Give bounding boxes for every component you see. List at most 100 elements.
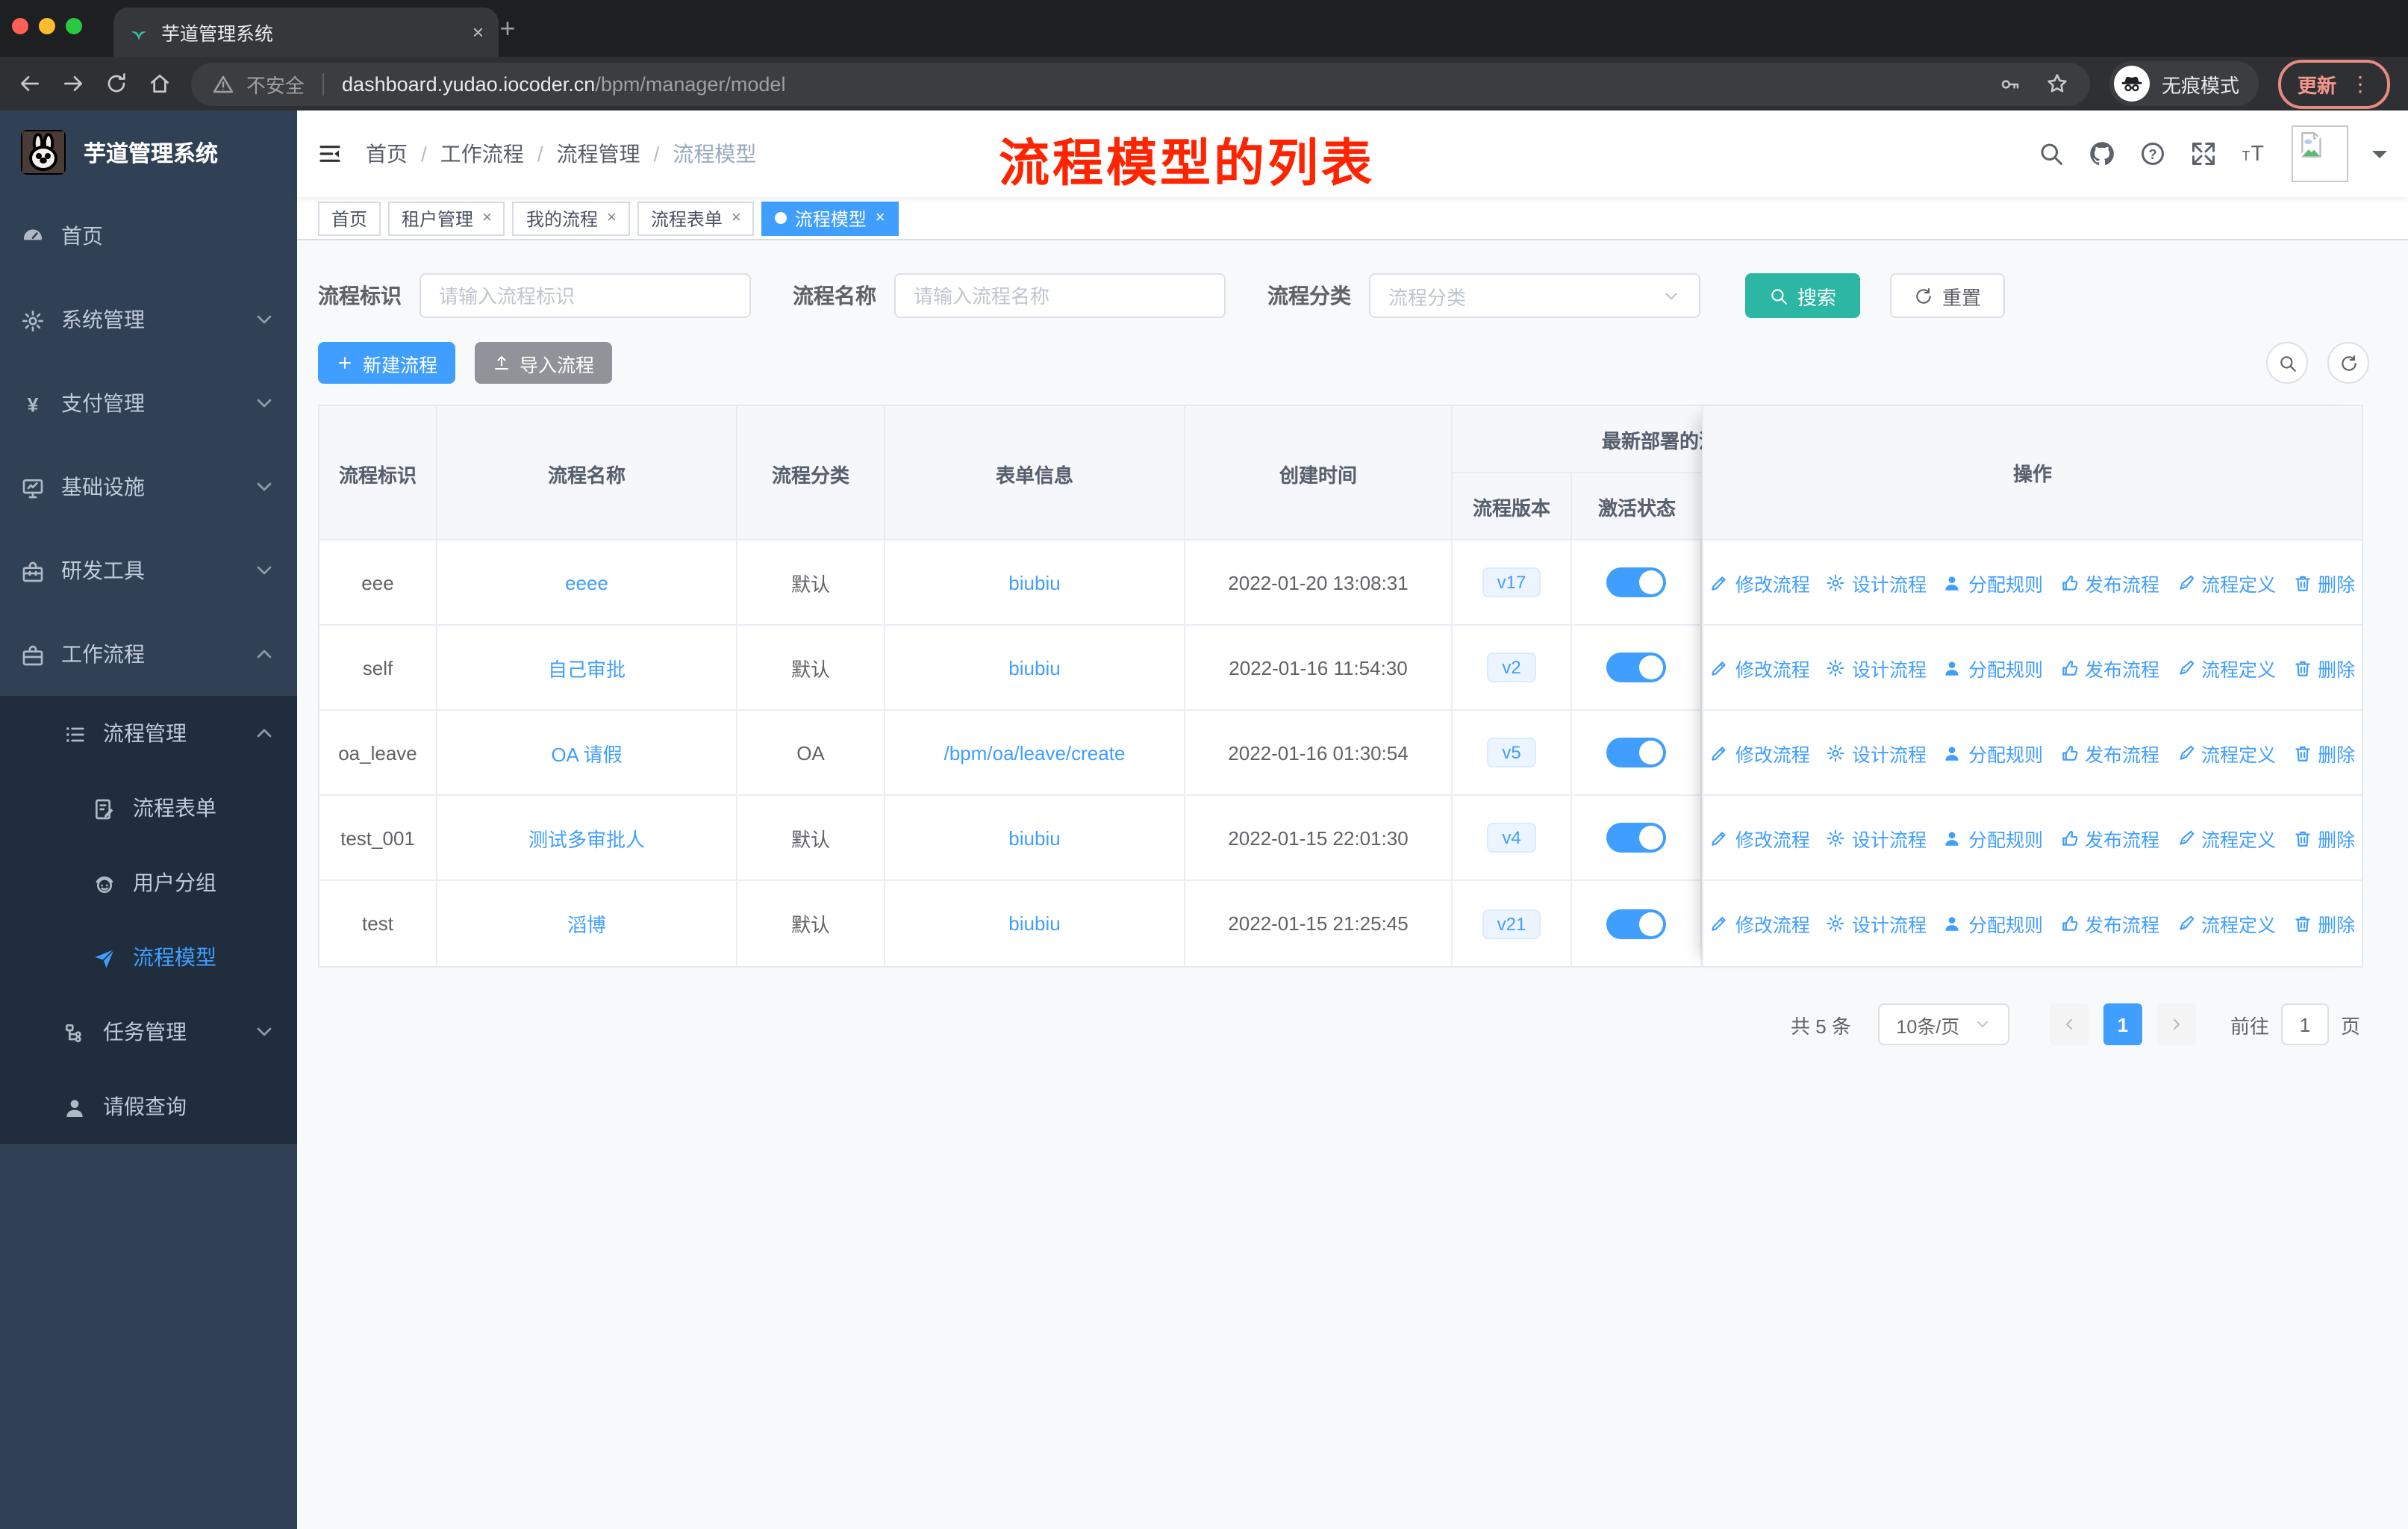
form-info-link[interactable]: biubiu [1008, 571, 1060, 594]
design-action[interactable]: 设计流程 [1827, 823, 1927, 852]
fontsize-icon[interactable] [2241, 140, 2268, 167]
active-toggle[interactable] [1606, 738, 1666, 767]
pen-action[interactable]: 流程定义 [2176, 568, 2276, 597]
trash-action[interactable]: 删除 [2292, 909, 2355, 938]
page-tag[interactable]: 流程表单 × [637, 201, 755, 235]
search-button[interactable]: 搜索 [1745, 273, 1861, 318]
active-toggle[interactable] [1606, 909, 1666, 938]
sidebar-item[interactable]: 系统管理 [0, 278, 297, 361]
breadcrumb-item[interactable]: 流程管理 [557, 139, 640, 169]
publish-action[interactable]: 发布流程 [2059, 568, 2159, 597]
filter-input[interactable] [419, 273, 751, 318]
process-name-link[interactable]: eeee [565, 571, 608, 594]
forward-icon[interactable] [61, 72, 85, 96]
close-window-button[interactable] [12, 18, 28, 34]
sidebar-item[interactable]: 流程管理 [0, 696, 297, 770]
design-action[interactable]: 设计流程 [1827, 909, 1927, 938]
form-info-link[interactable]: /bpm/oa/leave/create [944, 741, 1126, 764]
caret-down-icon[interactable] [2372, 150, 2387, 165]
toggle-search-button[interactable] [2266, 342, 2308, 384]
reset-button[interactable]: 重置 [1890, 273, 2006, 318]
sidebar-item-active[interactable]: 流程模型 [0, 920, 297, 994]
star-icon[interactable] [2045, 72, 2069, 96]
pen-action[interactable]: 流程定义 [2176, 738, 2276, 767]
pen-action[interactable]: 流程定义 [2176, 653, 2276, 682]
page-number-button[interactable]: 1 [2103, 1003, 2142, 1045]
assign-action[interactable]: 分配规则 [1943, 909, 2043, 938]
sidebar-item[interactable]: 用户分组 [0, 845, 297, 920]
sidebar-item[interactable]: 首页 [0, 194, 297, 278]
publish-action[interactable]: 发布流程 [2059, 823, 2159, 852]
form-info-link[interactable]: biubiu [1008, 826, 1060, 849]
fullscreen-icon[interactable] [2190, 140, 2217, 167]
filter-select[interactable]: 流程分类 [1369, 273, 1700, 318]
sidebar-item[interactable]: 流程表单 [0, 770, 297, 845]
pen-action[interactable]: 流程定义 [2176, 823, 2276, 852]
new-tab-button[interactable]: + [490, 10, 525, 46]
user-avatar[interactable] [2292, 125, 2348, 182]
key-icon[interactable] [1999, 72, 2021, 95]
active-toggle[interactable] [1606, 653, 1666, 682]
edit-action[interactable]: 修改流程 [1710, 823, 1810, 852]
publish-action[interactable]: 发布流程 [2059, 909, 2159, 938]
tab-close-icon[interactable]: × [472, 21, 484, 43]
sidebar-item[interactable]: 研发工具 [0, 529, 297, 612]
home-icon[interactable] [148, 72, 172, 96]
browser-menu-icon[interactable]: ⋮ [2350, 71, 2371, 96]
edit-action[interactable]: 修改流程 [1710, 568, 1810, 597]
design-action[interactable]: 设计流程 [1827, 653, 1927, 682]
page-size-select[interactable]: 10条/页 [1877, 1003, 2009, 1045]
import-process-button[interactable]: 导入流程 [475, 342, 613, 384]
address-bar[interactable]: 不安全 dashboard.yudao.iocoder.cn/bpm/manag… [191, 62, 2090, 105]
page-tag[interactable]: 租户管理 × [388, 201, 505, 235]
minimize-window-button[interactable] [39, 18, 55, 34]
prev-page-button[interactable] [2049, 1003, 2089, 1045]
sidebar-item[interactable]: 任务管理 [0, 994, 297, 1069]
breadcrumb-item[interactable]: 工作流程 [440, 139, 524, 169]
sidebar-item[interactable]: 基础设施 [0, 445, 297, 529]
question-icon[interactable] [2139, 140, 2166, 167]
github-icon[interactable] [2089, 140, 2115, 167]
edit-action[interactable]: 修改流程 [1710, 653, 1810, 682]
active-toggle[interactable] [1606, 567, 1666, 597]
sidebar-item[interactable]: 请假查询 [0, 1069, 297, 1144]
form-info-link[interactable]: biubiu [1008, 912, 1060, 935]
assign-action[interactable]: 分配规则 [1943, 653, 2043, 682]
design-action[interactable]: 设计流程 [1827, 568, 1927, 597]
publish-action[interactable]: 发布流程 [2059, 653, 2159, 682]
tag-close-icon[interactable]: × [482, 209, 492, 227]
reload-icon[interactable] [105, 72, 128, 96]
search-icon[interactable] [2038, 140, 2065, 167]
edit-action[interactable]: 修改流程 [1710, 909, 1810, 938]
page-tag-active[interactable]: 流程模型 × [761, 201, 899, 235]
trash-action[interactable]: 删除 [2292, 568, 2355, 597]
zoom-window-button[interactable] [66, 18, 82, 34]
design-action[interactable]: 设计流程 [1827, 738, 1927, 767]
browser-update-button[interactable]: 更新 ⋮ [2277, 59, 2390, 108]
assign-action[interactable]: 分配规则 [1943, 823, 2043, 852]
refresh-table-button[interactable] [2327, 342, 2369, 384]
publish-action[interactable]: 发布流程 [2059, 738, 2159, 767]
trash-action[interactable]: 删除 [2292, 653, 2355, 682]
assign-action[interactable]: 分配规则 [1943, 738, 2043, 767]
tag-close-icon[interactable]: × [607, 209, 617, 227]
process-name-link[interactable]: 滔博 [567, 909, 606, 938]
goto-page-input[interactable] [2280, 1003, 2329, 1045]
active-toggle[interactable] [1606, 823, 1666, 853]
process-name-link[interactable]: OA 请假 [551, 738, 622, 767]
sidebar-item[interactable]: 工作流程 [0, 612, 297, 696]
sidebar-fold-icon[interactable] [318, 142, 342, 166]
create-process-button[interactable]: 新建流程 [318, 342, 456, 384]
filter-input[interactable] [894, 273, 1226, 318]
breadcrumb-item[interactable]: 首页 [366, 139, 408, 169]
browser-tab[interactable]: 芋道管理系统 × [113, 7, 499, 57]
trash-action[interactable]: 删除 [2292, 823, 2355, 852]
sidebar-item[interactable]: 支付管理 [0, 361, 297, 445]
tag-close-icon[interactable]: × [732, 209, 741, 227]
next-page-button[interactable] [2156, 1003, 2196, 1045]
trash-action[interactable]: 删除 [2292, 738, 2355, 767]
assign-action[interactable]: 分配规则 [1943, 568, 2043, 597]
page-tag[interactable]: 首页 [318, 201, 381, 235]
process-name-link[interactable]: 自己审批 [548, 653, 626, 682]
edit-action[interactable]: 修改流程 [1710, 738, 1810, 767]
